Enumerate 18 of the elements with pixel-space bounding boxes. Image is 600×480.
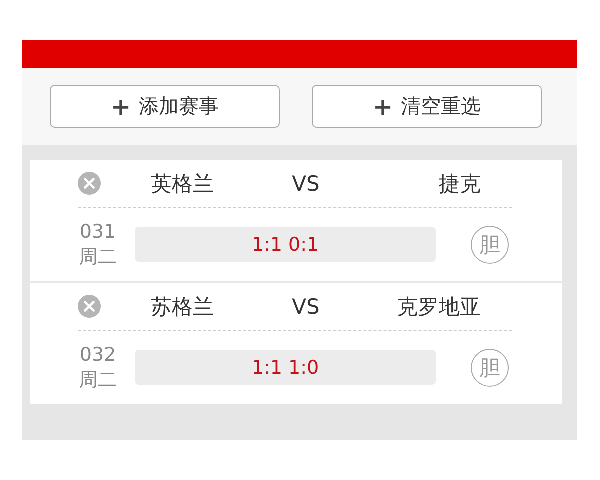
match-number: 032 xyxy=(80,342,116,368)
team-name: 捷克 xyxy=(438,170,481,198)
banker-toggle[interactable]: 胆 xyxy=(471,348,509,386)
action-button[interactable]: + 添加赛事 xyxy=(50,85,280,128)
match-day: 周二 xyxy=(79,368,117,392)
versus-label: VS xyxy=(291,294,321,318)
team-name: 克罗地亚 xyxy=(396,294,481,320)
remove-icon[interactable] xyxy=(78,172,101,195)
team-name: 英格兰 xyxy=(151,170,215,198)
team-name: 苏格兰 xyxy=(151,294,215,320)
selection-chip[interactable]: 1:1 1:0 xyxy=(135,350,436,385)
match-number: 031 xyxy=(80,220,116,244)
selection-chip[interactable]: 1:1 0:1 xyxy=(135,227,436,262)
action-button[interactable]: + 清空重选 xyxy=(312,85,542,128)
versus-label: VS xyxy=(291,172,321,196)
remove-icon[interactable] xyxy=(78,295,101,318)
banker-toggle[interactable]: 胆 xyxy=(471,226,509,264)
match-day: 周二 xyxy=(79,244,117,270)
